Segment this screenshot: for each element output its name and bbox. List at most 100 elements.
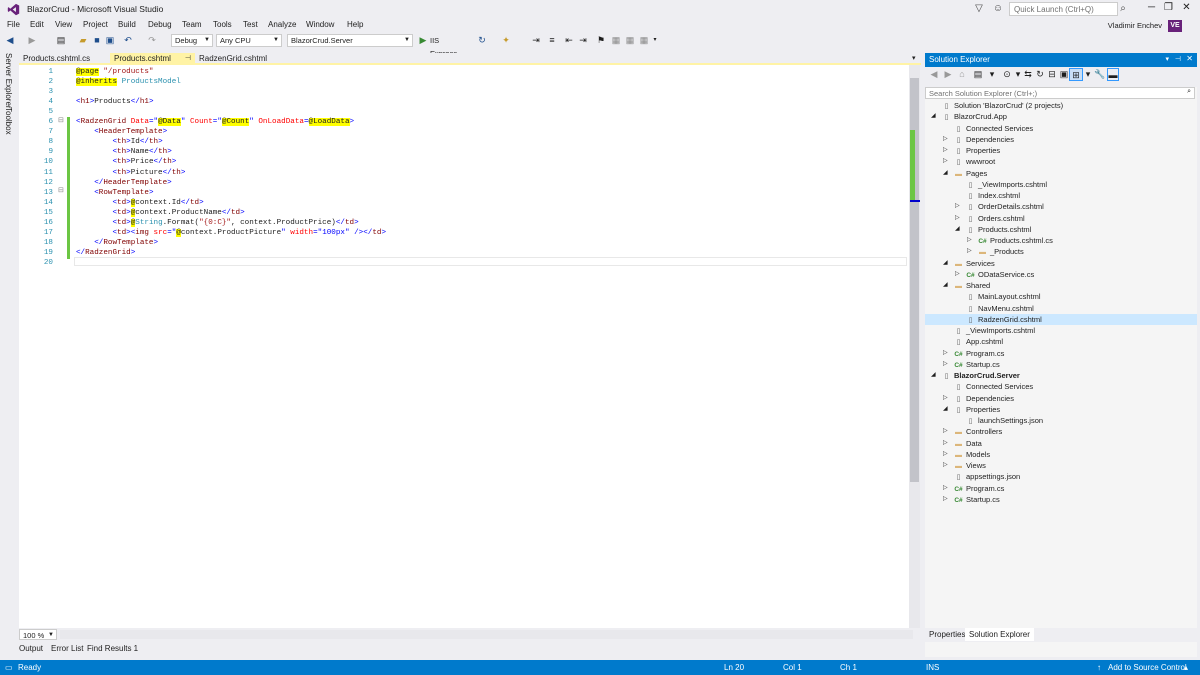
menu-analyze[interactable]: Analyze: [268, 20, 296, 29]
run-icon[interactable]: ▶: [418, 34, 428, 47]
code-editor[interactable]: 1 2 3 4 5 6 7 8 9 10 11 12 13 14 15 16 17 18 19 20 @page "/…: [19, 65, 909, 628]
menu-window[interactable]: Window: [306, 20, 334, 29]
tree-node[interactable]: ▷ C# Program.cs: [925, 483, 1197, 494]
menu-edit[interactable]: Edit: [30, 20, 44, 29]
menu-tools[interactable]: Tools: [213, 20, 232, 29]
preview-icon[interactable]: ⊞: [1069, 68, 1083, 81]
tree-node[interactable]: ▷ ▬ Views: [925, 460, 1197, 471]
redo-icon[interactable]: ↷: [146, 34, 158, 47]
menu-project[interactable]: Project: [83, 20, 108, 29]
indent-icon[interactable]: ⇤: [563, 34, 575, 47]
pin-icon[interactable]: ⊣: [185, 53, 191, 64]
horizontal-scrollbar[interactable]: [60, 630, 913, 639]
open-file-icon[interactable]: ▰: [77, 34, 89, 47]
save-icon[interactable]: ■: [91, 34, 103, 47]
configuration-select[interactable]: Debug ▼: [171, 34, 213, 47]
show-all-files-icon[interactable]: ▣: [1059, 68, 1069, 81]
tab-solution-explorer[interactable]: Solution Explorer: [965, 628, 1034, 641]
feedback-icon[interactable]: ☺: [991, 2, 1005, 16]
tree-node[interactable]: ▯ Connected Services: [925, 123, 1197, 134]
tree-node[interactable]: ◢ ▯ BlazorCrud.Server: [925, 370, 1197, 381]
collapse-icon[interactable]: ⊟: [58, 116, 64, 124]
tree-node[interactable]: ▷ ▬ Data: [925, 438, 1197, 449]
tree-node[interactable]: ▷ ▯ OrderDetails.cshtml: [925, 201, 1197, 212]
flag-icon[interactable]: ⚑: [595, 34, 607, 47]
solution-explorer-search[interactable]: Search Solution Explorer (Ctrl+;) ⌕: [925, 87, 1195, 99]
tree-node[interactable]: ◢ ▯ Properties: [925, 404, 1197, 415]
collapse-all-icon[interactable]: ⊟: [1047, 68, 1057, 81]
tree-node[interactable]: ▯ Index.cshtml: [925, 190, 1197, 201]
tree-node[interactable]: ▯ launchSettings.json: [925, 415, 1197, 426]
search-icon[interactable]: ⌕: [1187, 88, 1191, 96]
tree-node[interactable]: ▯ Solution 'BlazorCrud' (2 projects): [925, 100, 1197, 111]
search-icon[interactable]: ⌕: [1116, 2, 1130, 16]
run-target-label[interactable]: IIS Express: [430, 34, 466, 58]
comment-icon[interactable]: ▦: [610, 34, 622, 47]
tree-node[interactable]: ▷ ▯ Dependencies: [925, 134, 1197, 145]
sync-icon[interactable]: ⇆: [1023, 68, 1033, 81]
tree-node[interactable]: ▯ appsettings.json: [925, 471, 1197, 482]
platform-select[interactable]: Any CPU ▼: [216, 34, 282, 47]
tree-node[interactable]: ◢ ▬ Shared: [925, 280, 1197, 291]
tree-node[interactable]: ◢ ▯ BlazorCrud.App: [925, 111, 1197, 122]
menu-help[interactable]: Help: [347, 20, 363, 29]
collapsed-arrow-icon[interactable]: ▷: [943, 393, 948, 404]
collapse-icon[interactable]: ⊟: [58, 186, 64, 194]
tree-node[interactable]: ▷ C# Startup.cs: [925, 494, 1197, 505]
collapsed-arrow-icon[interactable]: ▷: [943, 426, 948, 437]
menu-debug[interactable]: Debug: [148, 20, 172, 29]
expanded-arrow-icon[interactable]: ◢: [943, 404, 948, 415]
new-project-icon[interactable]: ▤: [55, 34, 67, 47]
back-icon[interactable]: ◀: [929, 68, 939, 81]
bookmark-icon[interactable]: ≡: [546, 34, 558, 47]
server-explorer-tab[interactable]: Server Explorer: [4, 53, 13, 109]
home-icon[interactable]: ⌂: [957, 68, 967, 81]
panel-options-icon[interactable]: ▾: [1165, 55, 1169, 63]
collapsed-arrow-icon[interactable]: ▷: [943, 494, 948, 505]
uncomment-icon[interactable]: ▦: [624, 34, 636, 47]
back-icon[interactable]: ◀: [4, 34, 16, 47]
collapsed-arrow-icon[interactable]: ▷: [943, 145, 948, 156]
tree-node[interactable]: ◢ ▬ Pages: [925, 168, 1197, 179]
properties-wrench-icon[interactable]: 🔧: [1094, 68, 1106, 81]
preview-selected-icon[interactable]: ▬: [1107, 68, 1119, 81]
pending-changes-icon[interactable]: ⊙: [1002, 68, 1012, 81]
collapsed-arrow-icon[interactable]: ▷: [955, 201, 960, 212]
startup-project-select[interactable]: BlazorCrud.Server ▼: [287, 34, 413, 47]
chevron-up-icon[interactable]: ▴: [1184, 663, 1188, 672]
tree-node[interactable]: ▷ ▯ Properties: [925, 145, 1197, 156]
tree-node[interactable]: ▷ ▯ Orders.cshtml: [925, 213, 1197, 224]
menu-view[interactable]: View: [55, 20, 72, 29]
menu-build[interactable]: Build: [118, 20, 136, 29]
close-button[interactable]: ✕: [1178, 0, 1195, 17]
tree-node[interactable]: ▷ ▬ Models: [925, 449, 1197, 460]
forward-icon[interactable]: ▶: [26, 34, 38, 47]
expanded-arrow-icon[interactable]: ◢: [943, 168, 948, 179]
step-icon[interactable]: ⇥: [530, 34, 542, 47]
chevron-down-icon[interactable]: ▾: [1084, 68, 1092, 81]
tree-node[interactable]: ▯ MainLayout.cshtml: [925, 291, 1197, 302]
expanded-arrow-icon[interactable]: ◢: [931, 370, 936, 381]
chevron-down-icon[interactable]: ▾: [987, 68, 997, 81]
tab-properties[interactable]: Properties: [925, 628, 969, 641]
collapsed-arrow-icon[interactable]: ▷: [955, 269, 960, 280]
collapsed-arrow-icon[interactable]: ▷: [943, 483, 948, 494]
tree-node[interactable]: ▯ RadzenGrid.cshtml: [925, 313, 1197, 325]
menu-team[interactable]: Team: [182, 20, 202, 29]
tab-find-results[interactable]: Find Results 1: [87, 644, 138, 653]
zoom-select[interactable]: 100 % ▼: [19, 629, 57, 640]
browser-link-icon[interactable]: ✦: [500, 34, 512, 47]
collapsed-arrow-icon[interactable]: ▷: [943, 134, 948, 145]
collapsed-arrow-icon[interactable]: ▷: [943, 460, 948, 471]
tab-overflow-icon[interactable]: ▾: [912, 54, 916, 62]
collapsed-arrow-icon[interactable]: ▷: [967, 246, 972, 257]
toolbar-options-icon[interactable]: ▾: [651, 34, 659, 47]
refresh-icon[interactable]: ↻: [1035, 68, 1045, 81]
collapsed-arrow-icon[interactable]: ▷: [943, 156, 948, 167]
tree-node[interactable]: ▯ _ViewImports.cshtml: [925, 179, 1197, 190]
tab-error-list[interactable]: Error List: [51, 644, 83, 653]
tab-products-cshtml[interactable]: Products.cshtml ⊣: [110, 53, 195, 64]
forward-icon[interactable]: ▶: [943, 68, 953, 81]
tree-node[interactable]: ▷ ▬ Controllers: [925, 426, 1197, 437]
collapsed-arrow-icon[interactable]: ▷: [943, 348, 948, 359]
